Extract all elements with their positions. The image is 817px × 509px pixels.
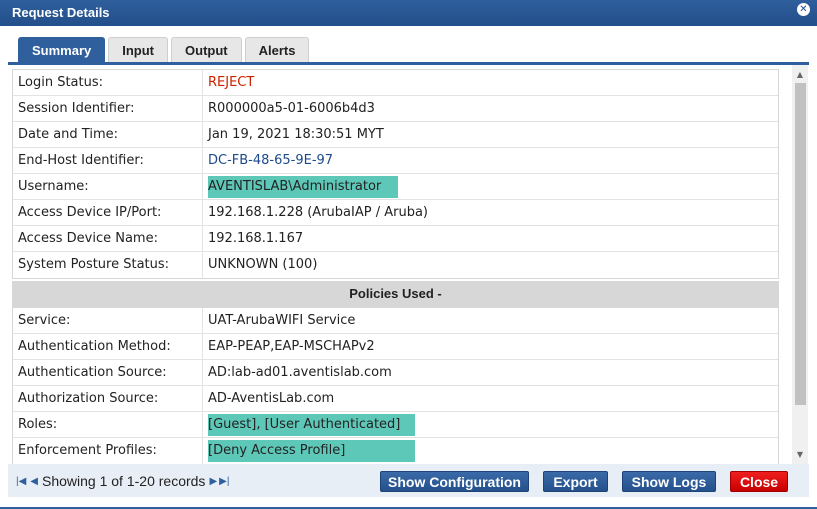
table-row: Authentication Source: AD:lab-ad01.avent… <box>13 360 778 386</box>
row-value: [Deny Access Profile] <box>203 438 778 464</box>
row-label: Username: <box>13 174 203 199</box>
table-row: Authorization Source: AD-AventisLab.com <box>13 386 778 412</box>
row-value: DC-FB-48-65-9E-97 <box>203 148 778 173</box>
row-value: UNKNOWN (100) <box>203 252 778 278</box>
row-value: 192.168.1.228 (ArubaIAP / Aruba) <box>203 200 778 225</box>
authz-source-value: AD-AventisLab.com <box>208 391 335 406</box>
auth-method-value: EAP-PEAP,EAP-MSCHAPv2 <box>208 339 375 354</box>
scroll-up-icon[interactable]: ▲ <box>792 67 808 83</box>
row-value: AD-AventisLab.com <box>203 386 778 411</box>
row-label: Roles: <box>13 412 203 437</box>
access-device-name-value: 192.168.1.167 <box>208 231 304 246</box>
scroll-area: Login Status: REJECT Session Identifier:… <box>8 65 791 464</box>
row-label: Access Device IP/Port: <box>13 200 203 225</box>
posture-status-value: UNKNOWN (100) <box>208 257 318 272</box>
close-button[interactable]: Close <box>730 471 788 492</box>
summary-table: Login Status: REJECT Session Identifier:… <box>12 69 779 279</box>
row-value: R000000a5-01-6006b4d3 <box>203 96 778 121</box>
close-icon[interactable]: ✕ <box>797 3 810 16</box>
service-value: UAT-ArubaWIFI Service <box>208 313 356 328</box>
policies-heading: Policies Used - <box>12 281 779 307</box>
policies-table: Service: UAT-ArubaWIFI Service Authentic… <box>12 307 779 464</box>
username-value: AVENTISLAB\Administrator <box>208 176 398 198</box>
row-label: Login Status: <box>13 70 203 95</box>
row-label: Session Identifier: <box>13 96 203 121</box>
table-row: Date and Time: Jan 19, 2021 18:30:51 MYT <box>13 122 778 148</box>
tab-bar: Summary Input Output Alerts <box>18 37 312 62</box>
first-page-icon[interactable]: |◀ <box>16 476 26 487</box>
show-configuration-button[interactable]: Show Configuration <box>380 471 529 492</box>
row-value: AD:lab-ad01.aventislab.com <box>203 360 778 385</box>
table-row: Enforcement Profiles: [Deny Access Profi… <box>13 438 778 464</box>
date-time-value: Jan 19, 2021 18:30:51 MYT <box>208 127 384 142</box>
vertical-scrollbar[interactable]: ▲ ▼ <box>792 65 808 464</box>
row-label: Enforcement Profiles: <box>13 438 203 464</box>
row-value: Jan 19, 2021 18:30:51 MYT <box>203 122 778 147</box>
row-value: EAP-PEAP,EAP-MSCHAPv2 <box>203 334 778 359</box>
dialog-title: Request Details <box>12 5 110 20</box>
table-row: Access Device IP/Port: 192.168.1.228 (Ar… <box>13 200 778 226</box>
table-row: Username: AVENTISLAB\Administrator <box>13 174 778 200</box>
show-logs-button[interactable]: Show Logs <box>622 471 716 492</box>
end-host-id-link[interactable]: DC-FB-48-65-9E-97 <box>208 150 336 172</box>
row-value: 192.168.1.167 <box>203 226 778 251</box>
export-button[interactable]: Export <box>543 471 608 492</box>
previous-page-icon[interactable]: ◀ <box>30 476 38 487</box>
row-value: [Guest], [User Authenticated] <box>203 412 778 437</box>
pager: |◀ ◀ Showing 1 of 1-20 records ▶ ▶| <box>16 473 233 489</box>
table-row: System Posture Status: UNKNOWN (100) <box>13 252 778 278</box>
row-label: Authorization Source: <box>13 386 203 411</box>
row-label: Authentication Method: <box>13 334 203 359</box>
last-page-icon[interactable]: ▶| <box>219 476 229 487</box>
row-value: AVENTISLAB\Administrator <box>203 174 778 199</box>
row-value: REJECT <box>203 70 778 95</box>
access-device-ip-value: 192.168.1.228 (ArubaIAP / Aruba) <box>208 205 428 220</box>
table-row: Authentication Method: EAP-PEAP,EAP-MSCH… <box>13 334 778 360</box>
table-row: Session Identifier: R000000a5-01-6006b4d… <box>13 96 778 122</box>
dialog-footer: |◀ ◀ Showing 1 of 1-20 records ▶ ▶| Show… <box>8 464 809 497</box>
row-label: Date and Time: <box>13 122 203 147</box>
tab-alerts[interactable]: Alerts <box>244 37 310 62</box>
roles-value: [Guest], [User Authenticated] <box>208 414 415 436</box>
pager-text: Showing 1 of 1-20 records <box>42 473 206 489</box>
tab-input[interactable]: Input <box>108 37 169 62</box>
summary-panel: Login Status: REJECT Session Identifier:… <box>8 65 809 464</box>
dialog-titlebar: Request Details ✕ <box>0 0 817 26</box>
row-label: End-Host Identifier: <box>13 148 203 173</box>
tab-summary[interactable]: Summary <box>18 37 106 62</box>
auth-source-value: AD:lab-ad01.aventislab.com <box>208 365 392 380</box>
row-label: Access Device Name: <box>13 226 203 251</box>
row-label: Authentication Source: <box>13 360 203 385</box>
scrollbar-thumb[interactable] <box>795 83 806 405</box>
table-row: Access Device Name: 192.168.1.167 <box>13 226 778 252</box>
tab-output[interactable]: Output <box>171 37 242 62</box>
next-page-icon[interactable]: ▶ <box>209 476 217 487</box>
login-status-value: REJECT <box>208 75 255 90</box>
row-value: UAT-ArubaWIFI Service <box>203 308 778 333</box>
table-row: Roles: [Guest], [User Authenticated] <box>13 412 778 438</box>
row-label: Service: <box>13 308 203 333</box>
row-label: System Posture Status: <box>13 252 203 278</box>
table-row: Service: UAT-ArubaWIFI Service <box>13 308 778 334</box>
table-row: Login Status: REJECT <box>13 70 778 96</box>
scroll-down-icon[interactable]: ▼ <box>792 447 808 463</box>
table-row: End-Host Identifier: DC-FB-48-65-9E-97 <box>13 148 778 174</box>
enforcement-profiles-value: [Deny Access Profile] <box>208 440 415 462</box>
session-id-value: R000000a5-01-6006b4d3 <box>208 101 375 116</box>
